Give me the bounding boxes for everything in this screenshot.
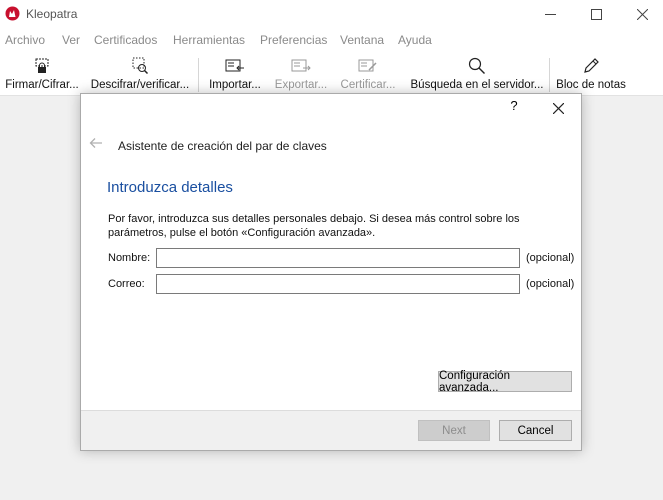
title-bar: Kleopatra: [0, 0, 663, 28]
search-icon: [468, 57, 485, 74]
menu-ventana[interactable]: Ventana: [340, 33, 384, 47]
name-label: Nombre:: [108, 252, 151, 264]
email-optional-label: (opcional): [526, 278, 575, 290]
menu-archivo[interactable]: Archivo: [5, 33, 45, 47]
certify-button[interactable]: Certificar...: [339, 52, 397, 96]
maximize-icon: [590, 8, 602, 20]
close-window-button[interactable]: [619, 0, 663, 28]
sign-encrypt-label: Firmar/Cifrar...: [5, 79, 79, 91]
menu-ayuda[interactable]: Ayuda: [398, 33, 432, 47]
menu-certificados[interactable]: Certificados: [94, 33, 157, 47]
close-icon: [636, 8, 648, 20]
decrypt-verify-button[interactable]: Descifrar/verificar...: [90, 52, 190, 96]
sign-encrypt-icon: [35, 58, 49, 73]
dialog-close-button[interactable]: [547, 97, 569, 119]
toolbar-separator: [198, 58, 199, 92]
email-input[interactable]: [156, 274, 520, 294]
search-server-label: Búsqueda en el servidor...: [410, 79, 544, 91]
decrypt-verify-icon: [132, 57, 149, 75]
minimize-icon: [544, 13, 556, 15]
back-button[interactable]: [89, 137, 103, 152]
name-optional-label: (opcional): [526, 252, 575, 264]
export-button[interactable]: Exportar...: [272, 52, 330, 96]
name-input[interactable]: [156, 248, 520, 268]
toolbar-separator: [549, 58, 550, 92]
notepad-label: Bloc de notas: [556, 79, 626, 91]
certify-label: Certificar...: [340, 79, 396, 91]
import-certificate-icon: [225, 59, 244, 72]
certify-icon: [358, 59, 377, 72]
notepad-button[interactable]: Bloc de notas: [556, 52, 626, 96]
menu-herramientas[interactable]: Herramientas: [173, 33, 245, 47]
search-server-button[interactable]: Búsqueda en el servidor...: [410, 52, 544, 96]
menu-bar: Archivo Ver Certificados Herramientas Pr…: [0, 28, 663, 52]
kleopatra-logo-icon: [5, 6, 20, 21]
export-label: Exportar...: [274, 79, 328, 91]
import-label: Importar...: [209, 79, 261, 91]
sign-encrypt-button[interactable]: Firmar/Cifrar...: [4, 52, 80, 96]
next-button[interactable]: Next: [418, 420, 490, 441]
maximize-button[interactable]: [573, 0, 619, 28]
decrypt-verify-label: Descifrar/verificar...: [90, 79, 190, 91]
pencil-icon: [584, 58, 599, 73]
key-pair-wizard-dialog: ? Asistente de creación del par de clave…: [80, 93, 582, 451]
arrow-left-icon: [89, 138, 102, 148]
help-button[interactable]: ?: [506, 98, 522, 116]
advanced-settings-button[interactable]: Configuración avanzada...: [438, 370, 572, 394]
menu-ver[interactable]: Ver: [62, 33, 80, 47]
menu-preferencias[interactable]: Preferencias: [260, 33, 327, 47]
import-button[interactable]: Importar...: [206, 52, 264, 96]
minimize-button[interactable]: [527, 0, 573, 28]
instructions-text: Por favor, introduzca sus detalles perso…: [108, 213, 520, 239]
wizard-title: Asistente de creación del par de claves: [118, 139, 327, 153]
email-label: Correo:: [108, 278, 145, 290]
toolbar: Firmar/Cifrar... Descifrar/verificar... …: [0, 52, 663, 96]
close-icon: [552, 102, 564, 114]
window-title: Kleopatra: [26, 7, 78, 21]
export-certificate-icon: [291, 59, 311, 72]
cancel-button[interactable]: Cancel: [499, 420, 572, 441]
page-title: Introduzca detalles: [107, 179, 233, 196]
